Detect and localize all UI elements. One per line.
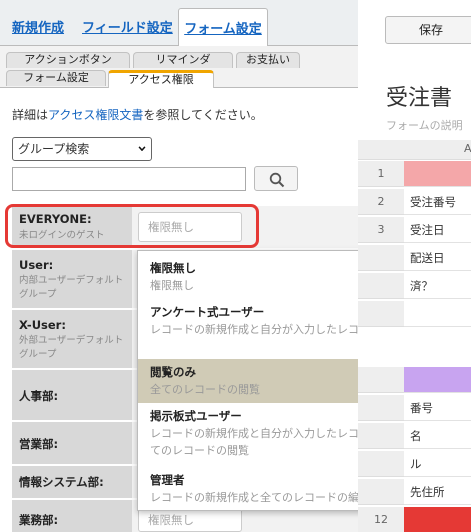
tab-access-permissions[interactable]: アクセス権限 (108, 70, 214, 89)
sub-tab-bar: アクションボタン リマインダ お支払い フォーム設定 アクセス権限 (0, 46, 358, 89)
row-number (358, 301, 404, 327)
help-suffix: を参照してください。 (143, 108, 263, 122)
grid-cell[interactable]: 配送日 (404, 245, 471, 271)
grid-cell[interactable]: 番号 (404, 395, 471, 421)
role-label: 人事部: (19, 389, 59, 403)
row-number: 1 (358, 161, 404, 187)
tab-form-config[interactable]: フォーム設定 (6, 70, 106, 86)
grid-cell[interactable]: 先住所 (404, 479, 471, 505)
grid-cell[interactable]: 済？ (404, 273, 471, 299)
search-button[interactable] (254, 166, 298, 191)
row-number: 3 (358, 217, 404, 243)
role-label: 営業部: (19, 437, 59, 451)
group-select-value: グループ検索 (18, 142, 90, 156)
role-desc: 内部ユーザーデフォルトグループ (19, 275, 124, 300)
chevron-down-icon (138, 146, 146, 151)
tab-new[interactable]: 新規作成 (12, 17, 64, 36)
form-preview-panel: 保存 受注書 フォームの説明 A 1 2 受注番号 3 受注日 配送日 済？ 番… (358, 0, 471, 532)
help-text: 詳細はアクセス権限文書を参照してください。 (12, 106, 263, 123)
grid-cell[interactable] (404, 367, 471, 393)
row-number (358, 395, 404, 421)
save-button[interactable]: 保存 (385, 16, 471, 44)
grid-cell[interactable] (404, 507, 471, 532)
top-tab-bar: 新規作成 フィールド設定 フォーム設定 (0, 0, 358, 47)
tab-field-settings[interactable]: フィールド設定 (82, 17, 173, 36)
tab-form-settings[interactable]: フォーム設定 (178, 8, 268, 47)
permission-select[interactable]: 権限無し (138, 508, 242, 532)
row-number (358, 367, 404, 393)
help-prefix: 詳細は (12, 108, 49, 122)
grid-cell[interactable]: 名 (404, 423, 471, 449)
row-number (358, 451, 404, 477)
tab-action-button[interactable]: アクションボタン (6, 52, 130, 68)
grid-column-header: A (358, 140, 471, 160)
grid-cell[interactable] (404, 161, 471, 187)
group-search-select[interactable]: グループ検索 (12, 137, 152, 161)
tab-reminder[interactable]: リマインダ (133, 52, 233, 68)
role-label: 業務部: (19, 513, 59, 527)
access-doc-link[interactable]: アクセス権限文書 (48, 108, 143, 122)
grid-cell[interactable]: ル (404, 451, 471, 477)
highlight-box (5, 204, 259, 248)
grid-cell[interactable] (404, 301, 471, 327)
grid-cell[interactable]: 受注番号 (404, 189, 471, 215)
role-label: X-User: (19, 318, 66, 332)
row-number (358, 245, 404, 271)
search-icon (269, 172, 285, 188)
search-input[interactable] (12, 167, 246, 191)
row-number: 12 (358, 507, 404, 532)
column-a-label: A (464, 142, 471, 155)
row-number (358, 479, 404, 505)
tab-payment[interactable]: お支払い (236, 52, 300, 68)
form-title: 受注書 (386, 86, 453, 111)
role-label: 情報システム部: (19, 475, 104, 489)
role-desc: 外部ユーザーデフォルトグループ (19, 335, 124, 360)
row-number (358, 423, 404, 449)
grid-cell[interactable]: 受注日 (404, 217, 471, 243)
role-label: User: (19, 258, 54, 272)
form-description: フォームの説明 (386, 119, 463, 132)
row-number (358, 273, 404, 299)
row-number: 2 (358, 189, 404, 215)
